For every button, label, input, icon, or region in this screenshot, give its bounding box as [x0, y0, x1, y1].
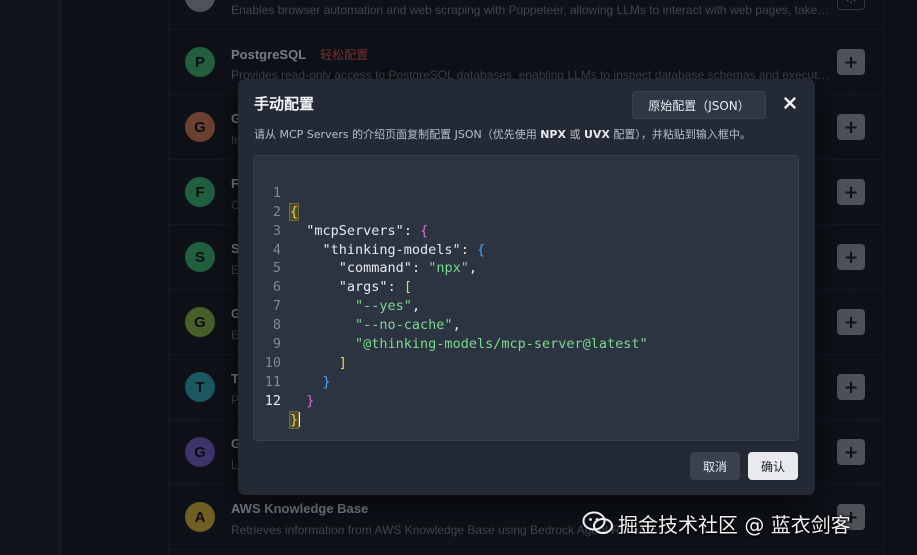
code-line: 6 "--yes",	[254, 259, 798, 314]
line-number: 12	[264, 392, 281, 409]
code-line: 9 ]	[254, 316, 798, 371]
code-line: 5 "args": [	[254, 241, 798, 295]
json-config-editor[interactable]: 1 { 2 "mcpServers": { 3 "thinking-models…	[253, 155, 799, 441]
code-line: 11 }	[254, 354, 798, 409]
manual-config-dialog: 手动配置 原始配置（JSON） 请从 MCP Servers 的介绍页面复制配置…	[238, 79, 815, 495]
dialog-title: 手动配置	[254, 95, 315, 113]
wechat-icon	[582, 511, 613, 534]
code-line: 12 }	[254, 373, 798, 429]
watermark-text: 掘金技术社区 @ 蓝衣剑客	[618, 512, 851, 537]
code-line: 8 "@thinking-models/mcp-server@latest"	[254, 297, 798, 352]
code-line: 1 {	[254, 165, 798, 221]
text-cursor	[298, 412, 301, 428]
code-line: 7 "--no-cache",	[254, 278, 798, 333]
code-line: 3 "thinking-models": {	[254, 203, 798, 258]
dialog-description: 请从 MCP Servers 的介绍页面复制配置 JSON（优先使用 NPX 或…	[254, 128, 751, 141]
cancel-button[interactable]: 取消	[690, 452, 740, 480]
raw-config-json-button[interactable]: 原始配置（JSON）	[632, 91, 766, 119]
close-icon[interactable]	[778, 91, 802, 115]
code-line: 2 "mcpServers": {	[254, 184, 798, 239]
code-line: 10 }	[254, 335, 798, 390]
confirm-button[interactable]: 确认	[748, 452, 798, 480]
watermark: 掘金技术社区 @ 蓝衣剑客	[582, 506, 851, 540]
code-line: 4 "command": "npx",	[254, 222, 798, 277]
